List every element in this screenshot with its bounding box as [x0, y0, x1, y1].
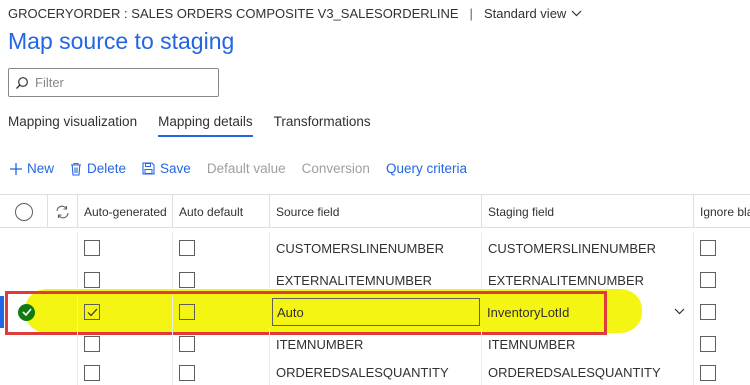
auto-default-cell — [172, 360, 269, 385]
save-button[interactable]: Save — [142, 161, 191, 176]
auto-generated-cell — [77, 328, 172, 360]
table-row[interactable]: ORDEREDSALESQUANTITY ORDEREDSALESQUANTIT… — [0, 360, 750, 385]
auto-generated-cell — [77, 360, 172, 385]
ignore-blank-checkbox[interactable] — [700, 304, 716, 320]
ignore-blank-checkbox[interactable] — [700, 364, 716, 381]
save-label: Save — [160, 161, 191, 176]
select-all-radio[interactable] — [14, 202, 33, 221]
col-staging-field[interactable]: Staging field — [481, 195, 693, 228]
ignore-blank-checkbox[interactable] — [700, 240, 716, 256]
ignore-blank-cell — [693, 296, 750, 328]
view-label: Standard view — [483, 5, 567, 21]
search-icon — [16, 76, 28, 89]
source-field-cell[interactable]: ORDEREDSALESQUANTITY — [269, 360, 481, 385]
ignore-blank-checkbox[interactable] — [700, 336, 716, 352]
breadcrumb: GROCERYORDER : SALES ORDERS COMPOSITE V3… — [8, 5, 459, 21]
select-all-header[interactable] — [0, 195, 47, 228]
refresh-header[interactable] — [47, 195, 77, 228]
plus-icon — [10, 162, 22, 175]
chevron-down-icon[interactable] — [674, 308, 685, 315]
ignore-blank-cell — [693, 360, 750, 385]
table-row[interactable]: ITEMNUMBER ITEMNUMBER — [0, 328, 750, 360]
save-icon — [142, 162, 155, 175]
staging-field-cell[interactable]: ITEMNUMBER — [481, 328, 693, 360]
view-selector[interactable]: Standard view — [484, 6, 582, 21]
tab-bar: Mapping visualization Mapping details Tr… — [8, 114, 371, 137]
col-ignore-blank[interactable]: Ignore bla — [693, 195, 750, 228]
trash-icon — [71, 162, 82, 176]
chevron-down-icon — [571, 10, 582, 16]
auto-default-checkbox[interactable] — [179, 364, 195, 381]
default-value-button[interactable]: Default value — [207, 161, 286, 176]
action-bar: New Delete Save Default value Conversion… — [10, 161, 483, 176]
new-label: New — [27, 161, 55, 176]
ignore-blank-cell — [693, 328, 750, 360]
tab-transformations[interactable]: Transformations — [274, 114, 371, 137]
auto-generated-checkbox[interactable] — [84, 240, 100, 256]
filter-input[interactable] — [35, 75, 205, 90]
auto-default-checkbox[interactable] — [179, 272, 195, 288]
col-auto-default[interactable]: Auto default — [172, 195, 269, 228]
auto-generated-checkbox[interactable] — [84, 364, 100, 381]
auto-default-cell — [172, 232, 269, 264]
auto-default-checkbox[interactable] — [179, 336, 195, 352]
staging-field-cell[interactable]: ORDEREDSALESQUANTITY — [481, 360, 693, 385]
conversion-button[interactable]: Conversion — [302, 161, 370, 176]
auto-default-checkbox[interactable] — [179, 240, 195, 256]
delete-button[interactable]: Delete — [70, 161, 126, 176]
col-source-field[interactable]: Source field — [269, 195, 481, 228]
table-row[interactable]: CUSTOMERSLINENUMBER CUSTOMERSLINENUMBER — [0, 232, 750, 264]
ignore-blank-cell — [693, 264, 750, 296]
col-auto-generated[interactable]: Auto-generated — [77, 195, 172, 228]
top-bar: GROCERYORDER : SALES ORDERS COMPOSITE V3… — [8, 4, 582, 22]
mapping-grid: Auto-generated Auto default Source field… — [0, 194, 750, 228]
auto-default-cell — [172, 328, 269, 360]
filter-box[interactable] — [8, 68, 219, 97]
query-criteria-button[interactable]: Query criteria — [386, 161, 467, 176]
grid-header: Auto-generated Auto default Source field… — [0, 194, 750, 228]
source-field-cell[interactable]: CUSTOMERSLINENUMBER — [269, 232, 481, 264]
page-title: Map source to staging — [8, 28, 235, 54]
ignore-blank-cell — [693, 232, 750, 264]
breadcrumb-separator: | — [469, 5, 473, 21]
auto-generated-cell — [77, 232, 172, 264]
auto-generated-checkbox[interactable] — [84, 336, 100, 352]
refresh-icon — [56, 205, 69, 218]
delete-label: Delete — [87, 161, 127, 176]
source-field-cell[interactable]: ITEMNUMBER — [269, 328, 481, 360]
tab-mapping-details[interactable]: Mapping details — [158, 114, 253, 137]
tab-mapping-visualization[interactable]: Mapping visualization — [8, 114, 137, 137]
ignore-blank-checkbox[interactable] — [700, 272, 716, 288]
auto-generated-checkbox[interactable] — [84, 272, 100, 288]
staging-field-cell[interactable]: CUSTOMERSLINENUMBER — [481, 232, 693, 264]
selection-indicator — [0, 296, 4, 328]
new-button[interactable]: New — [10, 161, 54, 176]
